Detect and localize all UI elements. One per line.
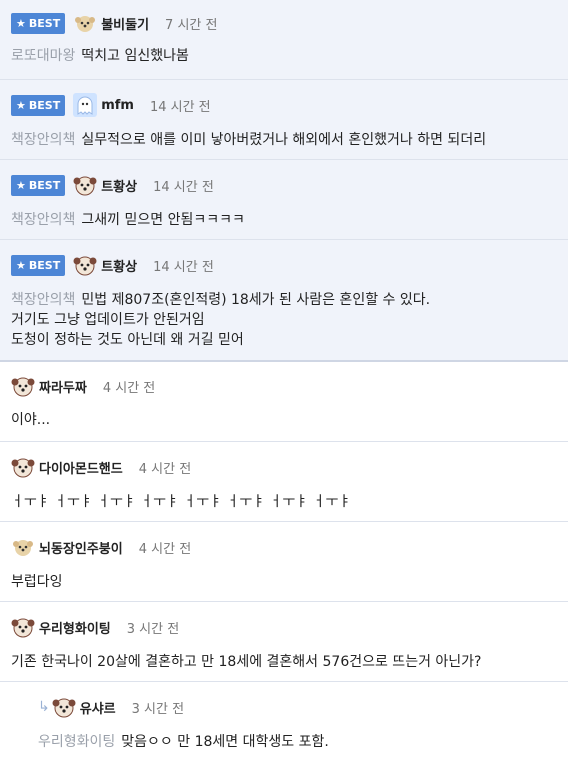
avatar[interactable] <box>73 173 97 197</box>
comment-text: 이야... <box>11 412 51 428</box>
reply-target[interactable]: 우리형화이팅 <box>38 734 115 750</box>
timestamp: 14 시간 전 <box>153 259 214 275</box>
dog-avatar-icon <box>73 176 97 196</box>
comment-text: 도청이 정하는 것도 아닌데 왜 거길 믿어 <box>11 332 244 348</box>
comment-text: 떡치고 임신했나봄 <box>81 48 189 64</box>
comment-list: ★ BEST 불비둘기 7 시간 전 로또대마왕 떡치고 임신했나봄 ★ BEST m… <box>0 0 568 762</box>
comment-text: 거기도 그냥 업데이트가 안된거임 <box>11 312 205 328</box>
dog-avatar-icon <box>11 618 35 638</box>
comment-item: ★ BEST mfm 14 시간 전 책장안의책 실무적으로 애를 이미 낳아버렸거… <box>0 80 568 160</box>
comment-item: ★ BEST 트황상 14 시간 전 책장안의책 민법 제807조(혼인적령) 18… <box>0 240 568 362</box>
comment-text: 기존 한국나이 20살에 결혼하고 만 18세에 결혼해서 576건으로 뜨는거… <box>11 654 482 670</box>
avatar[interactable] <box>52 695 76 719</box>
best-badge: ★ BEST <box>11 254 66 276</box>
nickname[interactable]: mfm <box>101 98 134 113</box>
dog-avatar-icon <box>11 377 35 397</box>
avatar[interactable] <box>11 615 35 639</box>
timestamp: 7 시간 전 <box>165 17 218 33</box>
timestamp: 4 시간 전 <box>102 380 156 396</box>
nickname[interactable]: 뇌동장인주붕이 <box>39 538 123 557</box>
reply-target[interactable]: 책장안의책 <box>11 132 75 148</box>
nickname[interactable]: 다이아몬드핸드 <box>39 458 123 477</box>
comment-text: 실무적으로 애를 이미 낳아버렸거나 해외에서 혼인했거나 하면 되더리 <box>81 132 487 148</box>
avatar[interactable] <box>73 253 97 277</box>
comment-item: ★ BEST 트황상 14 시간 전 책장안의책 그새끼 믿으면 안됨ㅋㅋㅋㅋ <box>0 160 568 240</box>
nickname[interactable]: 우리형화이팅 <box>39 618 111 637</box>
comment-item: 다이아몬드핸드 4 시간 전 ㅓㅜㅑ ㅓㅜㅑ ㅓㅜㅑ ㅓㅜㅑ ㅓㅜㅑ ㅓㅜㅑ ㅓ… <box>0 442 568 522</box>
timestamp: 3 시간 전 <box>126 621 180 637</box>
dog-avatar-icon <box>73 256 97 276</box>
avatar[interactable] <box>11 455 35 479</box>
star-icon: ★ <box>16 258 26 272</box>
comment-item: 우리형화이팅 3 시간 전 기존 한국나이 20살에 결혼하고 만 18세에 결… <box>0 602 568 682</box>
comment-text: 부럽다잉 <box>11 574 63 590</box>
best-badge: ★ BEST <box>11 94 66 116</box>
timestamp: 4 시간 전 <box>138 541 192 557</box>
star-icon: ★ <box>16 16 26 30</box>
nickname[interactable]: 트황상 <box>101 256 137 275</box>
star-icon: ★ <box>16 98 26 112</box>
comment-item: ★ BEST 불비둘기 7 시간 전 로또대마왕 떡치고 임신했나봄 <box>0 0 568 80</box>
timestamp: 4 시간 전 <box>138 461 192 477</box>
dog-avatar-icon <box>13 540 33 556</box>
dog-avatar-icon <box>75 16 96 32</box>
comment-text: 민법 제807조(혼인적령) 18세가 된 사람은 혼인할 수 있다. <box>81 292 431 308</box>
dog-avatar-icon <box>11 458 35 478</box>
best-badge: ★ BEST <box>11 12 66 34</box>
comment-item: 짜라두짜 4 시간 전 이야... <box>0 362 568 442</box>
ghost-avatar-icon <box>77 96 93 115</box>
nickname[interactable]: 트황상 <box>101 176 137 195</box>
reply-arrow-icon: ↳ <box>38 699 50 715</box>
comment-text: 맞음ㅇㅇ 만 18세면 대학생도 포함. <box>121 734 329 750</box>
reply-target[interactable]: 책장안의책 <box>11 292 75 308</box>
comment-text: ㅓㅜㅑ ㅓㅜㅑ ㅓㅜㅑ ㅓㅜㅑ ㅓㅜㅑ ㅓㅜㅑ ㅓㅜㅑ ㅓㅜㅑ <box>11 494 352 510</box>
avatar[interactable] <box>73 11 97 35</box>
nickname[interactable]: 불비둘기 <box>101 14 149 33</box>
comment-text: 그새끼 믿으면 안됨ㅋㅋㅋㅋ <box>81 212 245 228</box>
comment-item: 뇌동장인주붕이 4 시간 전 부럽다잉 <box>0 522 568 602</box>
nickname[interactable]: 짜라두짜 <box>39 377 87 396</box>
avatar[interactable] <box>11 374 35 398</box>
timestamp: 14 시간 전 <box>153 179 214 195</box>
star-icon: ★ <box>16 178 26 192</box>
timestamp: 3 시간 전 <box>131 701 185 717</box>
timestamp: 14 시간 전 <box>149 99 211 115</box>
reply-target[interactable]: 로또대마왕 <box>11 48 75 64</box>
dog-avatar-icon <box>52 698 76 718</box>
avatar[interactable] <box>11 535 35 559</box>
nickname[interactable]: 유샤르 <box>80 698 116 717</box>
reply-item: ↳ 유샤르 3 시간 전 우리형화이팅 맞음ㅇㅇ 만 18세면 대학생도 포함. <box>0 682 568 762</box>
best-badge: ★ BEST <box>11 174 66 196</box>
reply-target[interactable]: 책장안의책 <box>11 212 75 228</box>
avatar[interactable] <box>73 93 98 117</box>
